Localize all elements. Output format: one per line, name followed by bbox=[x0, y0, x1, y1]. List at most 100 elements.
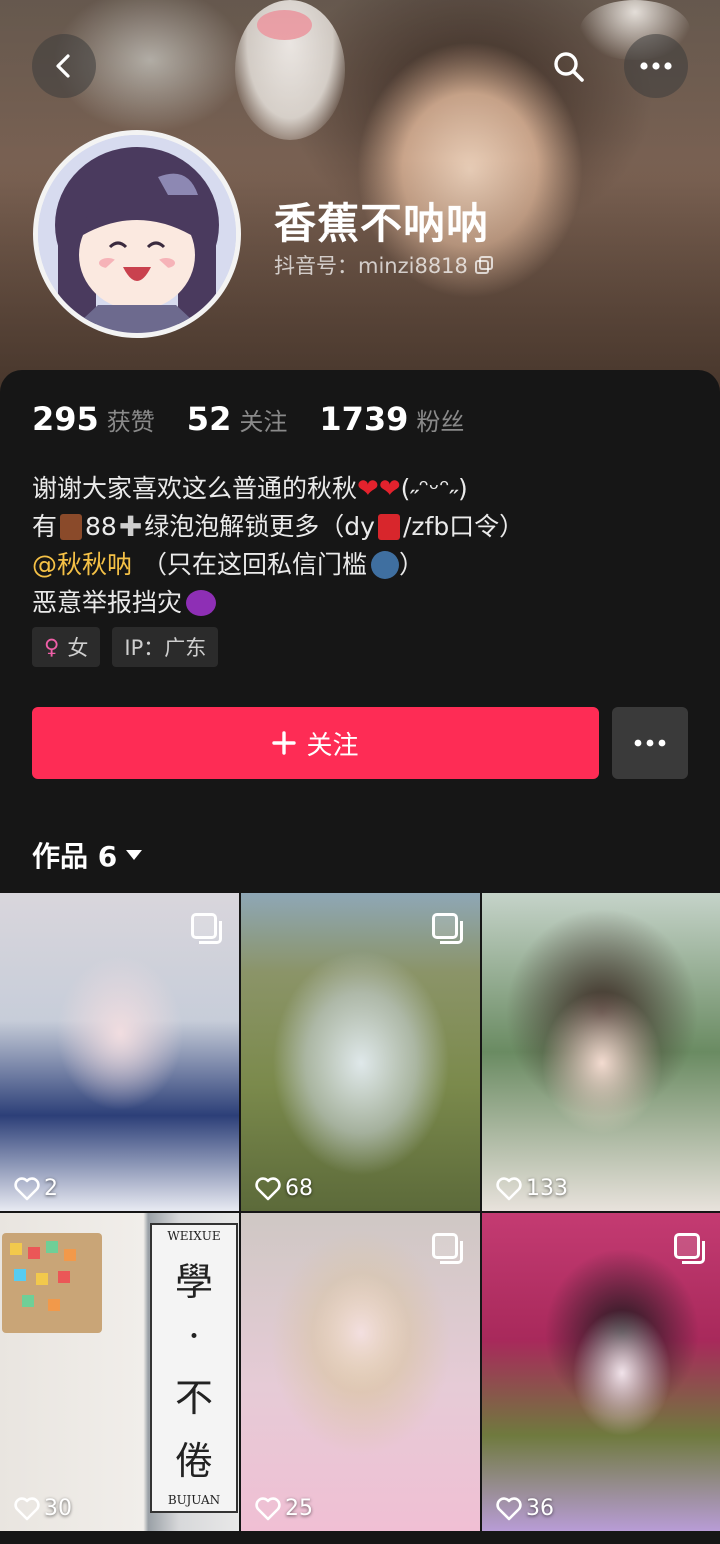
nickname: 香蕉不呐呐 bbox=[274, 199, 490, 248]
like-count: 2 bbox=[14, 1176, 58, 1201]
multi-image-icon bbox=[432, 913, 463, 944]
sticky-note bbox=[64, 1249, 76, 1261]
bio-line-2: 有 88 ✚ 绿泡泡解锁更多（dy /zfb口令） bbox=[32, 508, 692, 546]
works-tab[interactable]: 作品 6 bbox=[32, 835, 143, 875]
back-button[interactable] bbox=[32, 34, 96, 98]
like-count: 25 bbox=[255, 1496, 313, 1521]
sticky-note bbox=[28, 1247, 40, 1259]
heart-icon bbox=[255, 1176, 281, 1200]
sticky-note bbox=[10, 1243, 22, 1255]
plus-emoji-icon: ✚ bbox=[118, 510, 143, 543]
bio-text: （只在这回私信门槛 bbox=[142, 550, 368, 579]
video-thumbnail[interactable]: 36 bbox=[482, 1213, 720, 1531]
bio-text: 88 bbox=[85, 512, 117, 541]
more-options-button[interactable] bbox=[624, 34, 688, 98]
follow-label: 关注 bbox=[306, 730, 359, 761]
heart-icon bbox=[496, 1496, 522, 1520]
sticky-note bbox=[14, 1269, 26, 1281]
video-thumbnail[interactable]: WEIXUE 學 · 不 倦 BUJUAN 30 bbox=[0, 1213, 239, 1531]
caret-down-icon bbox=[126, 850, 143, 860]
bio-text: /zfb口令） bbox=[402, 512, 525, 541]
plus-icon bbox=[272, 731, 297, 755]
back-icon bbox=[56, 54, 70, 78]
like-count-text: 133 bbox=[526, 1176, 568, 1201]
stats-row: 295 获赞 52 关注 1739 粉丝 bbox=[32, 400, 464, 438]
video-thumbnail[interactable]: 133 bbox=[482, 893, 720, 1211]
follow-button[interactable]: 关注 bbox=[32, 707, 599, 779]
devil-emoji-icon bbox=[186, 590, 217, 616]
douyin-id[interactable]: 抖音号：minzi8818 bbox=[274, 250, 494, 280]
multi-image-icon bbox=[674, 1233, 705, 1264]
heart-emoji-icon: ❤ bbox=[357, 474, 379, 504]
stat-label: 获赞 bbox=[106, 408, 155, 436]
bio-text: 有 bbox=[32, 512, 58, 541]
bio-text: 绿泡泡解锁更多（dy bbox=[144, 512, 375, 541]
bio-text: 恶意举报挡灾 bbox=[32, 588, 183, 617]
stat-likes[interactable]: 295 获赞 bbox=[32, 400, 155, 438]
profile-panel: 295 获赞 52 关注 1739 粉丝 谢谢大家喜欢这么普通的秋秋 ❤ ❤ (… bbox=[0, 370, 720, 900]
bio-text: 谢谢大家喜欢这么普通的秋秋 bbox=[32, 474, 358, 503]
bio-mention-link[interactable]: @秋秋呐 bbox=[32, 546, 132, 584]
sign-small-text: BUJUAN bbox=[167, 1492, 221, 1507]
sign-char: 倦 bbox=[174, 1438, 213, 1483]
search-icon bbox=[554, 52, 584, 82]
like-count-text: 36 bbox=[526, 1496, 554, 1521]
sign-small-text: WEIXUE bbox=[167, 1229, 221, 1244]
more-icon bbox=[634, 739, 666, 747]
sticky-note bbox=[48, 1299, 60, 1311]
douyin-id-text: 抖音号：minzi8818 bbox=[274, 254, 468, 278]
stat-value: 295 bbox=[32, 400, 99, 438]
heart-icon bbox=[14, 1496, 40, 1520]
bio-line-4: 恶意举报挡灾 bbox=[32, 584, 692, 622]
video-grid: 2 68 133 WEIXUE 學 · 不 倦 BUJUAN 30 25 36 bbox=[0, 893, 720, 1531]
video-thumbnail[interactable]: 68 bbox=[241, 893, 480, 1211]
video-thumbnail[interactable]: 2 bbox=[0, 893, 239, 1211]
bio-text: ） bbox=[399, 550, 425, 579]
stat-value: 1739 bbox=[319, 400, 409, 438]
more-icon bbox=[640, 62, 672, 70]
sticky-note bbox=[36, 1273, 48, 1285]
sign-char: 學 bbox=[174, 1260, 213, 1305]
multi-image-icon bbox=[191, 913, 222, 944]
ip-text: IP：广东 bbox=[124, 636, 207, 660]
like-count: 36 bbox=[496, 1496, 554, 1521]
wall-sign: WEIXUE 學 · 不 倦 BUJUAN bbox=[150, 1223, 238, 1513]
copy-icon[interactable] bbox=[474, 255, 494, 275]
bio-line-3: @秋秋呐 （只在这回私信门槛 ） bbox=[32, 546, 692, 584]
bio: 谢谢大家喜欢这么普通的秋秋 ❤ ❤ (˶ᵔᵕᵔ˶) 有 88 ✚ 绿泡泡解锁更多… bbox=[32, 470, 692, 622]
like-count: 68 bbox=[255, 1176, 313, 1201]
heart-emoji-icon: ❤ bbox=[378, 474, 401, 504]
sticky-note bbox=[22, 1295, 34, 1307]
stat-followers[interactable]: 1739 粉丝 bbox=[319, 400, 464, 438]
like-count-text: 2 bbox=[44, 1176, 58, 1201]
bio-kaomoji: (˶ᵔᵕᵔ˶) bbox=[400, 474, 468, 503]
stat-label: 粉丝 bbox=[416, 408, 465, 436]
ip-tag: IP：广东 bbox=[112, 627, 219, 667]
stat-following[interactable]: 52 关注 bbox=[187, 400, 288, 438]
works-title-text: 作品 6 bbox=[32, 840, 118, 873]
female-icon: ♀ bbox=[44, 635, 60, 659]
video-thumbnail[interactable]: 25 bbox=[241, 1213, 480, 1531]
gender-tag: ♀ 女 bbox=[32, 627, 101, 667]
sign-char: · bbox=[187, 1314, 201, 1359]
avatar[interactable] bbox=[33, 130, 241, 338]
door-emoji-icon bbox=[60, 514, 83, 540]
moon-emoji-icon bbox=[371, 551, 400, 579]
avatar-illustration bbox=[38, 135, 236, 333]
profile-tags: ♀ 女 IP：广东 bbox=[32, 627, 219, 667]
heart-icon bbox=[496, 1176, 522, 1200]
heart-icon bbox=[14, 1176, 40, 1200]
stat-value: 52 bbox=[186, 400, 232, 438]
stat-label: 关注 bbox=[239, 408, 288, 436]
follow-more-button[interactable] bbox=[612, 707, 688, 779]
like-count-text: 25 bbox=[285, 1496, 313, 1521]
gender-text: 女 bbox=[67, 636, 89, 660]
sticky-note bbox=[46, 1241, 58, 1253]
bulletin-board bbox=[2, 1233, 102, 1333]
search-button[interactable] bbox=[540, 38, 598, 96]
like-count: 30 bbox=[14, 1496, 72, 1521]
heart-icon bbox=[255, 1496, 281, 1520]
like-count-text: 30 bbox=[44, 1496, 72, 1521]
like-count: 133 bbox=[496, 1176, 568, 1201]
sticky-note bbox=[58, 1271, 70, 1283]
